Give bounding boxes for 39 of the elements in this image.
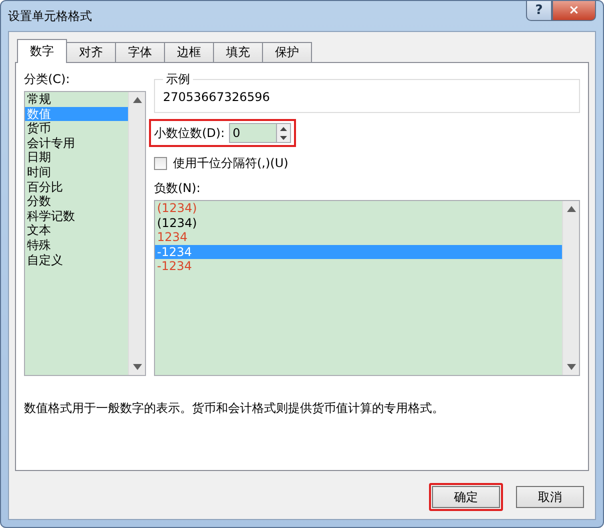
category-label: 分类(C): bbox=[24, 71, 71, 88]
help-button[interactable]: ? bbox=[526, 1, 552, 21]
sample-label: 示例 bbox=[165, 71, 191, 88]
down-arrow-icon bbox=[280, 136, 287, 140]
tab[interactable]: 保护 bbox=[262, 42, 312, 63]
category-item[interactable]: 常规 bbox=[25, 92, 128, 107]
cancel-button[interactable]: 取消 bbox=[513, 483, 587, 511]
description-text: 数值格式用于一般数字的表示。货币和会计格式则提供货币值计算的专用格式。 bbox=[24, 400, 445, 417]
category-item[interactable]: 会计专用 bbox=[25, 136, 128, 150]
category-item[interactable]: 时间 bbox=[25, 164, 128, 180]
category-item[interactable]: 百分比 bbox=[25, 180, 128, 194]
category-item[interactable]: 文本 bbox=[25, 223, 128, 238]
scroll-up-icon[interactable] bbox=[132, 97, 142, 103]
decimal-places-label: 小数位数(D): bbox=[154, 124, 225, 142]
negative-numbers-label: 负数(N): bbox=[154, 180, 202, 197]
scrollbar[interactable] bbox=[128, 92, 145, 375]
checkbox-label: 使用千位分隔符(,)(U) bbox=[173, 155, 288, 172]
category-item[interactable]: 货币 bbox=[25, 121, 128, 136]
category-item[interactable]: 科学记数 bbox=[25, 208, 128, 224]
tab[interactable]: 字体 bbox=[115, 42, 165, 63]
category-item[interactable]: 分数 bbox=[25, 194, 128, 209]
tab[interactable]: 填充 bbox=[213, 42, 263, 63]
scrollbar[interactable] bbox=[562, 201, 579, 375]
scroll-down-icon[interactable] bbox=[132, 364, 142, 370]
category-item[interactable]: 日期 bbox=[25, 150, 128, 165]
category-item[interactable]: 特殊 bbox=[25, 238, 128, 253]
up-arrow-icon bbox=[280, 126, 287, 130]
tab[interactable]: 对齐 bbox=[66, 42, 116, 63]
checkbox[interactable] bbox=[154, 157, 167, 170]
negative-format-item[interactable]: (1234) bbox=[155, 216, 562, 230]
sample-value: 27053667326596 bbox=[163, 90, 270, 104]
scroll-down-icon[interactable] bbox=[566, 364, 576, 370]
tab[interactable]: 数字 bbox=[17, 39, 67, 63]
window-title: 设置单元格格式 bbox=[8, 8, 92, 24]
tab[interactable]: 边框 bbox=[164, 42, 214, 63]
ok-button[interactable]: 确定 bbox=[429, 483, 503, 511]
decimal-places-spinner[interactable]: 0 bbox=[228, 123, 291, 143]
scroll-up-icon[interactable] bbox=[566, 206, 576, 212]
category-item[interactable]: 自定义 bbox=[25, 252, 128, 268]
